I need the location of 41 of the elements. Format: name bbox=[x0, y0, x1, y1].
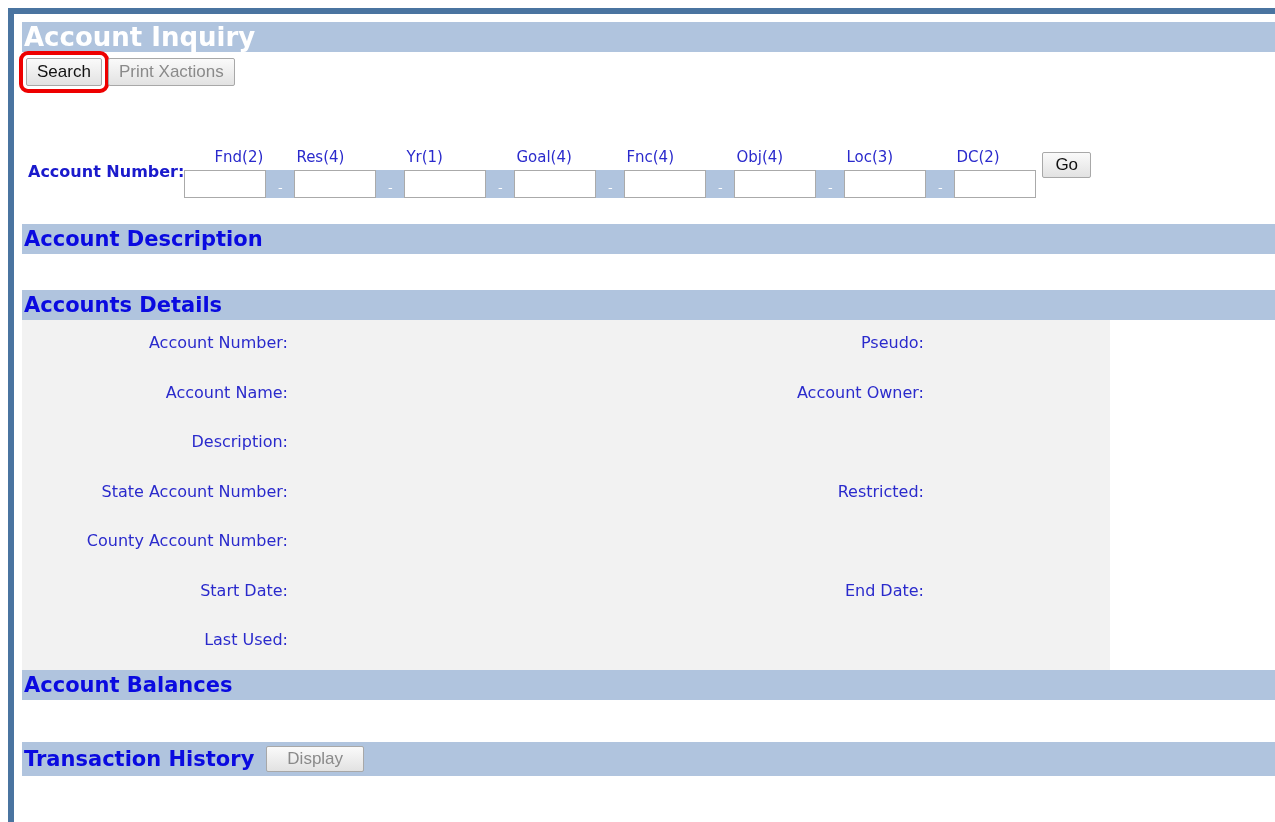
input-field[interactable] bbox=[294, 170, 377, 198]
go-button[interactable]: Go bbox=[1042, 152, 1092, 178]
field-label: Restricted: bbox=[836, 481, 924, 503]
field-label: Start Date: bbox=[199, 580, 288, 602]
segment-label: Goal(4) bbox=[515, 148, 573, 168]
separator: - bbox=[266, 170, 295, 198]
field-label: State Account Number: bbox=[100, 481, 288, 503]
separator: - bbox=[706, 170, 735, 198]
segment-label: Res(4) bbox=[295, 148, 346, 168]
field-label: Last Used: bbox=[203, 630, 288, 651]
separator: - bbox=[926, 170, 955, 198]
segment-label: Obj(4) bbox=[735, 148, 785, 168]
section-title: Accounts Details bbox=[23, 293, 223, 317]
segment-label: DC(2) bbox=[955, 148, 1001, 168]
segment-label: Loc(3) bbox=[845, 148, 895, 168]
section-title: Transaction History bbox=[23, 747, 255, 771]
input-field[interactable] bbox=[514, 170, 597, 198]
input-field[interactable] bbox=[404, 170, 487, 198]
separator: - bbox=[376, 170, 405, 198]
input-field[interactable] bbox=[844, 170, 927, 198]
segment-label: Yr(1) bbox=[405, 148, 444, 168]
segment-label: Fnc(4) bbox=[625, 148, 676, 168]
section-title: Account Description bbox=[23, 227, 263, 251]
input-field[interactable] bbox=[954, 170, 1037, 198]
field-label: Account Number: bbox=[147, 333, 288, 354]
field-label: End Date: bbox=[843, 580, 924, 602]
input-field[interactable] bbox=[184, 170, 267, 198]
field-label: County Account Number: bbox=[85, 531, 288, 552]
input-field[interactable] bbox=[734, 170, 817, 198]
separator: - bbox=[816, 170, 845, 198]
input-field[interactable] bbox=[624, 170, 707, 198]
separator: - bbox=[596, 170, 625, 198]
segment-label: Fnd(2) bbox=[213, 148, 265, 168]
separator: - bbox=[486, 170, 515, 198]
section-title: Account Balances bbox=[23, 673, 233, 697]
field-label: Account Owner: bbox=[795, 382, 924, 404]
field-label: Description: bbox=[190, 432, 288, 453]
account-number-label: Account Number: bbox=[28, 162, 185, 181]
field-label: Account Name: bbox=[164, 382, 288, 404]
page-title: Account Inquiry bbox=[23, 22, 256, 52]
field-label: Pseudo: bbox=[859, 333, 924, 354]
